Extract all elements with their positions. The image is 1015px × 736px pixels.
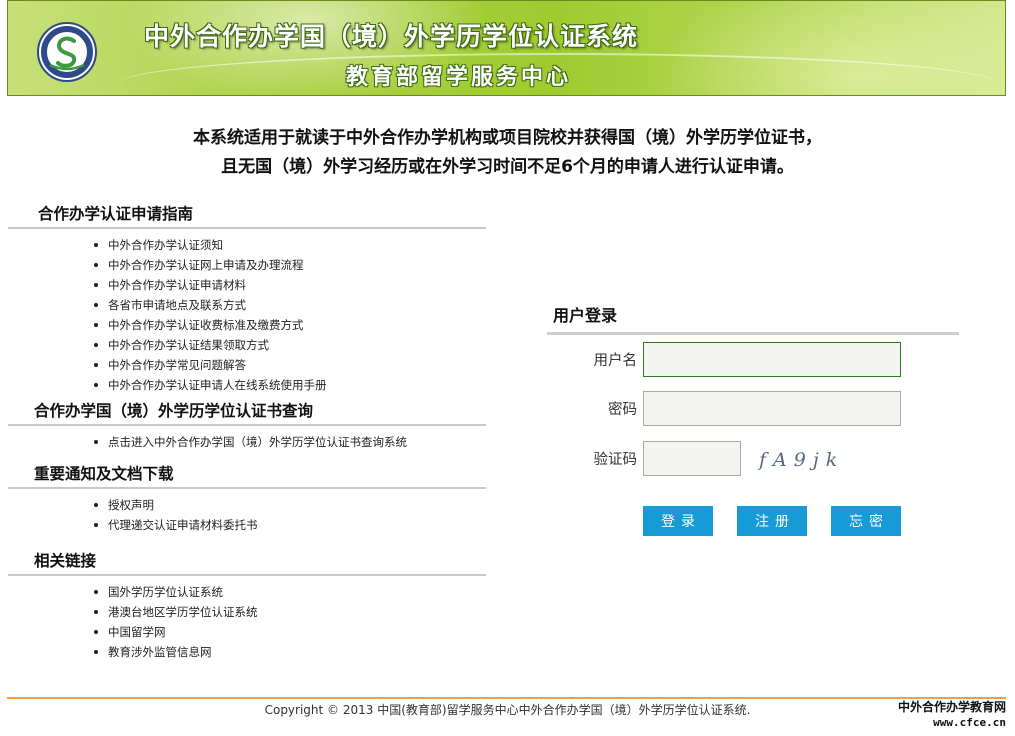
section-title-links: 相关链接 — [8, 551, 486, 576]
list-item[interactable]: 中外合作办学认证收费标准及缴费方式 — [94, 315, 486, 335]
username-row: 用户名 — [547, 342, 959, 378]
banner-subtitle: 教育部留学服务中心 — [346, 64, 572, 90]
captcha-row: 验证码 fA9jk — [547, 441, 959, 477]
list-item[interactable]: 中外合作办学认证结果领取方式 — [94, 335, 486, 355]
section-title-notices: 重要通知及文档下载 — [8, 464, 486, 489]
notices-list: 授权声明 代理递交认证申请材料委托书 — [8, 495, 486, 535]
left-column: 合作办学认证申请指南 中外合作办学认证须知 中外合作办学认证网上申请及办理流程 … — [8, 204, 486, 662]
links-list: 国外学历学位认证系统 港澳台地区学历学位认证系统 中国留学网 教育涉外监管信息网 — [8, 582, 486, 662]
captcha-text: fA9jk — [757, 449, 844, 471]
section-notices: 重要通知及文档下载 授权声明 代理递交认证申请材料委托书 — [8, 464, 486, 535]
section-links: 相关链接 国外学历学位认证系统 港澳台地区学历学位认证系统 中国留学网 教育涉外… — [8, 551, 486, 662]
intro-line-1: 本系统适用于就读于中外合作办学机构或项目院校并获得国（境）外学历学位证书， — [193, 128, 822, 148]
section-title-query: 合作办学国（境）外学历学位认证书查询 — [8, 401, 486, 426]
list-item[interactable]: 中国留学网 — [94, 622, 486, 642]
captcha-label: 验证码 — [593, 452, 638, 468]
watermark-url: www.cfce.cn — [933, 716, 1006, 729]
logo-icon — [37, 22, 97, 82]
copyright-text: Copyright © 2013 中国(教育部)留学服务中心中外合作办学国（境）… — [264, 703, 751, 717]
query-list: 点击进入中外合作办学国（境）外学历学位认证书查询系统 — [8, 432, 486, 452]
password-input[interactable] — [643, 391, 901, 426]
username-label: 用户名 — [593, 353, 638, 369]
list-item[interactable]: 点击进入中外合作办学国（境）外学历学位认证书查询系统 — [94, 432, 486, 452]
list-item[interactable]: 中外合作办学认证网上申请及办理流程 — [94, 255, 486, 275]
register-button[interactable]: 注册 — [737, 506, 807, 536]
list-item[interactable]: 中外合作办学认证申请人在线系统使用手册 — [94, 375, 486, 395]
page: 中外合作办学国（境）外学历学位认证系统 教育部留学服务中心 本系统适用于就读于中… — [0, 0, 1015, 736]
list-item[interactable]: 各省市申请地点及联系方式 — [94, 295, 486, 315]
intro-text: 本系统适用于就读于中外合作办学机构或项目院校并获得国（境）外学历学位证书， 且无… — [0, 124, 1015, 182]
login-panel: 用户登录 用户名 密码 验证码 fA9jk 登录 注册 忘密 — [547, 306, 959, 536]
intro-line-2: 且无国（境）外学习经历或在外学习时间不足6个月的申请人进行认证申请。 — [221, 157, 794, 177]
captcha-input[interactable] — [643, 441, 741, 476]
banner-title: 中外合作办学国（境）外学历学位认证系统 — [144, 22, 639, 51]
section-title-guide: 合作办学认证申请指南 — [8, 204, 486, 229]
password-row: 密码 — [547, 391, 959, 427]
header-banner: 中外合作办学国（境）外学历学位认证系统 教育部留学服务中心 — [7, 0, 1006, 96]
list-item[interactable]: 中外合作办学认证须知 — [94, 235, 486, 255]
section-query: 合作办学国（境）外学历学位认证书查询 点击进入中外合作办学国（境）外学历学位认证… — [8, 401, 486, 452]
login-title: 用户登录 — [547, 306, 959, 335]
list-item[interactable]: 代理递交认证申请材料委托书 — [94, 515, 486, 535]
username-input[interactable] — [643, 342, 901, 377]
list-item[interactable]: 港澳台地区学历学位认证系统 — [94, 602, 486, 622]
forgot-password-button[interactable]: 忘密 — [831, 506, 901, 536]
captcha-image[interactable]: fA9jk — [755, 444, 845, 474]
list-item[interactable]: 教育涉外监管信息网 — [94, 642, 486, 662]
section-guide: 合作办学认证申请指南 中外合作办学认证须知 中外合作办学认证网上申请及办理流程 … — [8, 204, 486, 395]
list-item[interactable]: 国外学历学位认证系统 — [94, 582, 486, 602]
login-button[interactable]: 登录 — [643, 506, 713, 536]
watermark-name: 中外合作办学教育网 — [897, 700, 1006, 714]
footer-divider — [7, 697, 1006, 699]
list-item[interactable]: 中外合作办学常见问题解答 — [94, 355, 486, 375]
list-item[interactable]: 授权声明 — [94, 495, 486, 515]
password-label: 密码 — [608, 402, 637, 418]
guide-list: 中外合作办学认证须知 中外合作办学认证网上申请及办理流程 中外合作办学认证申请材… — [8, 235, 486, 395]
list-item[interactable]: 中外合作办学认证申请材料 — [94, 275, 486, 295]
watermark: 中外合作办学教育网 www.cfce.cn — [898, 699, 1006, 731]
